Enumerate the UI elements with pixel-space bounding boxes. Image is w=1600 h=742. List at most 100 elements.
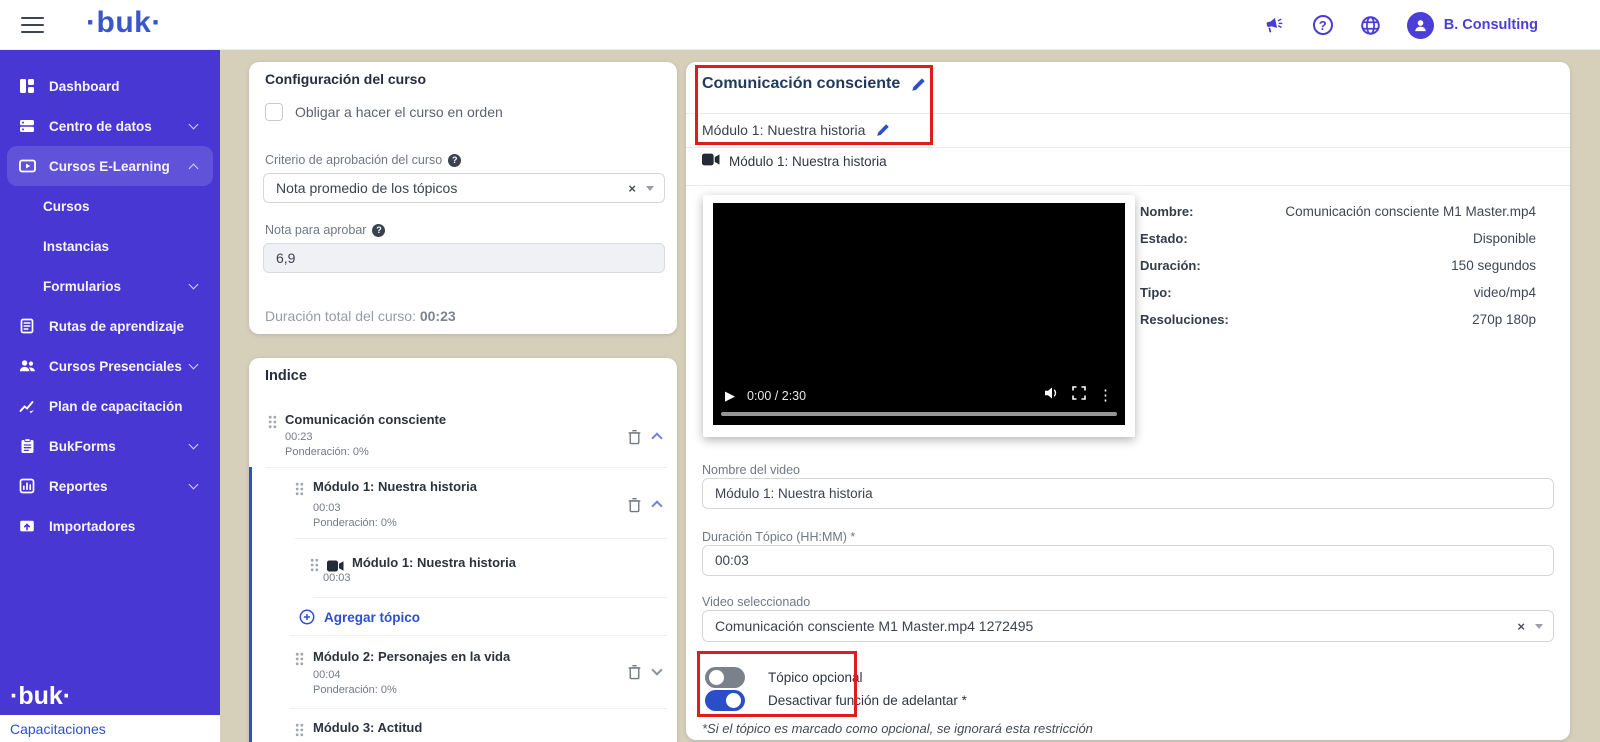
total-duration-label: Duración total del curso: <box>265 308 416 324</box>
optional-topic-label: Tópico opcional <box>768 670 863 685</box>
chevron-down-icon <box>189 439 199 449</box>
play-button-icon[interactable]: ▶ <box>725 388 735 404</box>
video-camera-icon <box>702 153 720 169</box>
grade-input[interactable] <box>263 243 665 273</box>
training-plan-icon <box>18 397 36 415</box>
buk-logo[interactable]: ·buk· <box>86 6 162 40</box>
sidebar-item-label: Centro de datos <box>49 119 152 134</box>
clear-selection-icon[interactable]: × <box>628 181 636 196</box>
sidebar-item-bukforms[interactable]: BukForms <box>7 426 213 466</box>
disable-forward-toggle[interactable] <box>705 690 745 711</box>
sidebar-item-reportes[interactable]: Reportes <box>7 466 213 506</box>
index-card: Indice Comunicación consciente 00:23 Pon… <box>249 358 677 742</box>
megaphone-icon[interactable] <box>1263 13 1287 37</box>
more-options-icon[interactable]: ⋮ <box>1098 388 1113 403</box>
user-avatar[interactable] <box>1407 12 1434 39</box>
active-section-indicator <box>249 467 252 742</box>
meta-value: 270p 180p <box>1472 312 1536 327</box>
video-player[interactable]: ▶ 0:00 / 2:30 ⋮ <box>713 203 1125 425</box>
optional-topic-toggle[interactable] <box>705 667 745 688</box>
video-controls: ▶ 0:00 / 2:30 ⋮ <box>713 386 1125 405</box>
plus-circle-icon <box>299 609 315 625</box>
index-module3-title: Módulo 3: Actitud <box>313 720 422 735</box>
volume-icon[interactable] <box>1044 386 1060 405</box>
globe-icon[interactable] <box>1359 13 1383 37</box>
meta-value: 150 segundos <box>1451 258 1536 273</box>
edit-module-title-pencil-icon[interactable] <box>876 123 890 137</box>
video-metadata: Nombre: Comunicación consciente M1 Maste… <box>1140 198 1536 333</box>
sidebar-item-formularios[interactable]: Formularios <box>7 266 213 306</box>
sidebar-item-label: Instancias <box>43 239 109 254</box>
index-topic1-duration: 00:03 <box>323 572 351 584</box>
edit-course-title-pencil-icon[interactable] <box>911 77 926 92</box>
help-icon[interactable]: ? <box>1311 13 1335 37</box>
sidebar-item-rutas-de-aprendizaje[interactable]: Rutas de aprendizaje <box>7 306 213 346</box>
sidebar-item-cursos-elearning[interactable]: Cursos E-Learning <box>7 146 213 186</box>
course-config-card: Configuración del curso Obligar a hacer … <box>249 62 677 334</box>
criteria-help-icon[interactable]: ? <box>448 154 461 167</box>
sidebar-item-cursos[interactable]: Cursos <box>7 186 213 226</box>
sidebar: Dashboard Centro de datos Cursos E-Learn… <box>0 50 220 742</box>
clipboard-icon <box>18 437 36 455</box>
video-player-frame: ▶ 0:00 / 2:30 ⋮ <box>703 195 1135 437</box>
drag-handle-icon[interactable] <box>310 558 319 577</box>
user-name[interactable]: B. Consulting <box>1444 17 1538 33</box>
sidebar-item-importadores[interactable]: Importadores <box>7 506 213 546</box>
sidebar-item-instancias[interactable]: Instancias <box>7 226 213 266</box>
video-select[interactable]: Comunicación consciente M1 Master.mp4 12… <box>702 610 1554 642</box>
clear-selection-icon[interactable]: × <box>1517 619 1525 634</box>
index-topic1-title: Módulo 1: Nuestra historia <box>352 555 516 570</box>
grade-help-icon[interactable]: ? <box>372 224 385 237</box>
topic-duration-label: Duración Tópico (HH:MM) * <box>702 530 855 544</box>
trash-icon[interactable] <box>627 429 642 450</box>
trash-icon[interactable] <box>627 497 642 518</box>
disable-forward-label: Desactivar función de adelantar * <box>768 693 967 708</box>
meta-value: Disponible <box>1473 231 1536 246</box>
criteria-select[interactable]: Nota promedio de los tópicos × <box>263 173 665 203</box>
chevron-down-icon <box>189 279 199 289</box>
topbar: ·buk· ? B. Consulting <box>0 0 1600 50</box>
topbar-actions: ? B. Consulting <box>1263 0 1538 50</box>
sidebar-item-cursos-presenciales[interactable]: Cursos Presenciales <box>7 346 213 386</box>
hamburger-menu-icon[interactable] <box>21 17 44 33</box>
sidebar-item-label: Rutas de aprendizaje <box>49 319 184 334</box>
drag-handle-icon[interactable] <box>268 415 277 434</box>
meta-value: video/mp4 <box>1474 285 1536 300</box>
trash-icon[interactable] <box>627 664 642 685</box>
sidebar-item-label: Cursos Presenciales <box>49 359 182 374</box>
video-name-input[interactable] <box>702 478 1554 509</box>
drag-handle-icon[interactable] <box>295 482 304 501</box>
video-progress-bar[interactable] <box>721 412 1117 416</box>
select-caret-icon <box>1535 624 1543 629</box>
sidebar-item-centro-de-datos[interactable]: Centro de datos <box>7 106 213 146</box>
drag-handle-icon[interactable] <box>295 723 304 742</box>
expand-chevron-icon[interactable] <box>651 664 662 675</box>
course-title: Comunicación consciente <box>702 75 900 93</box>
drag-handle-icon[interactable] <box>295 652 304 671</box>
module-title-row: Módulo 1: Nuestra historia <box>702 122 890 138</box>
index-module1-weight: Ponderación: 0% <box>313 517 397 529</box>
divider <box>686 147 1570 148</box>
meta-row: Duración: 150 segundos <box>1140 252 1536 279</box>
topic-duration-input[interactable] <box>702 545 1554 576</box>
chevron-up-icon <box>189 163 199 173</box>
optional-footnote: *Si el tópico es marcado como opcional, … <box>702 721 1093 736</box>
order-checkbox[interactable] <box>265 103 283 121</box>
sidebar-item-label: Reportes <box>49 479 108 494</box>
video-name-label: Nombre del video <box>702 463 800 477</box>
divider <box>686 113 1570 114</box>
people-icon <box>18 357 36 375</box>
config-card-title: Configuración del curso <box>265 71 426 87</box>
fullscreen-icon[interactable] <box>1072 386 1086 405</box>
add-topic-button[interactable]: Agregar tópico <box>299 609 420 625</box>
order-checkbox-label: Obligar a hacer el curso en orden <box>295 104 503 120</box>
collapse-chevron-icon[interactable] <box>651 432 662 443</box>
dashboard-icon <box>18 77 36 95</box>
sidebar-item-plan-de-capacitacion[interactable]: Plan de capacitación <box>7 386 213 426</box>
capacitaciones-label[interactable]: Capacitaciones <box>10 721 106 737</box>
course-title-row: Comunicación consciente <box>702 75 926 93</box>
sidebar-item-label: Dashboard <box>49 79 120 94</box>
buk-footer-logo: ·buk· <box>10 682 71 711</box>
collapse-chevron-icon[interactable] <box>651 500 662 511</box>
sidebar-item-dashboard[interactable]: Dashboard <box>7 66 213 106</box>
